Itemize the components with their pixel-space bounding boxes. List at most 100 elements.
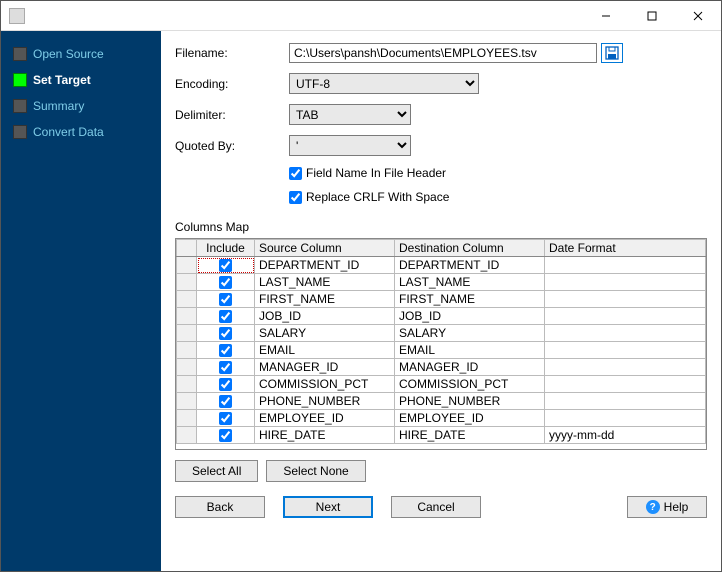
select-none-button[interactable]: Select None (266, 460, 365, 482)
source-column-cell[interactable]: FIRST_NAME (255, 291, 395, 308)
table-row[interactable]: SALARYSALARY (177, 325, 706, 342)
date-format-cell[interactable] (545, 359, 706, 376)
field-name-header-checkbox[interactable] (289, 167, 302, 180)
table-row[interactable]: LAST_NAMELAST_NAME (177, 274, 706, 291)
row-header[interactable] (177, 325, 197, 342)
cancel-button[interactable]: Cancel (391, 496, 481, 518)
back-button[interactable]: Back (175, 496, 265, 518)
source-column-cell[interactable]: COMMISSION_PCT (255, 376, 395, 393)
table-row[interactable]: FIRST_NAMEFIRST_NAME (177, 291, 706, 308)
table-row[interactable]: JOB_IDJOB_ID (177, 308, 706, 325)
row-header[interactable] (177, 308, 197, 325)
row-header[interactable] (177, 427, 197, 444)
select-all-button[interactable]: Select All (175, 460, 258, 482)
destination-column-cell[interactable]: LAST_NAME (395, 274, 545, 291)
include-checkbox[interactable] (219, 293, 232, 306)
destination-column-cell[interactable]: FIRST_NAME (395, 291, 545, 308)
encoding-select[interactable]: UTF-8 (289, 73, 479, 94)
sidebar-item-convert-data[interactable]: Convert Data (1, 119, 161, 145)
source-column-cell[interactable]: MANAGER_ID (255, 359, 395, 376)
destination-column-cell[interactable]: EMPLOYEE_ID (395, 410, 545, 427)
include-checkbox[interactable] (219, 344, 232, 357)
destination-column-cell[interactable]: DEPARTMENT_ID (395, 257, 545, 274)
row-header[interactable] (177, 410, 197, 427)
include-cell[interactable] (197, 274, 255, 291)
source-column-cell[interactable]: HIRE_DATE (255, 427, 395, 444)
include-cell[interactable] (197, 410, 255, 427)
delimiter-select[interactable]: TAB (289, 104, 411, 125)
help-button[interactable]: ? Help (627, 496, 707, 518)
table-row[interactable]: DEPARTMENT_IDDEPARTMENT_ID (177, 257, 706, 274)
include-checkbox[interactable] (219, 310, 232, 323)
sidebar-item-set-target[interactable]: Set Target (1, 67, 161, 93)
table-row[interactable]: HIRE_DATEHIRE_DATEyyyy-mm-dd (177, 427, 706, 444)
row-header[interactable] (177, 376, 197, 393)
date-format-cell[interactable] (545, 308, 706, 325)
include-checkbox[interactable] (219, 395, 232, 408)
include-checkbox[interactable] (219, 327, 232, 340)
include-checkbox[interactable] (219, 378, 232, 391)
table-row[interactable]: EMPLOYEE_IDEMPLOYEE_ID (177, 410, 706, 427)
row-header[interactable] (177, 359, 197, 376)
replace-crlf-checkbox[interactable] (289, 191, 302, 204)
source-column-cell[interactable]: DEPARTMENT_ID (255, 257, 395, 274)
row-header[interactable] (177, 342, 197, 359)
destination-column-cell[interactable]: MANAGER_ID (395, 359, 545, 376)
destination-column-cell[interactable]: HIRE_DATE (395, 427, 545, 444)
date-format-cell[interactable] (545, 393, 706, 410)
source-column-cell[interactable]: EMPLOYEE_ID (255, 410, 395, 427)
include-checkbox[interactable] (219, 412, 232, 425)
date-format-cell[interactable] (545, 342, 706, 359)
minimize-button[interactable] (583, 1, 629, 31)
date-format-cell[interactable] (545, 376, 706, 393)
sidebar-item-open-source[interactable]: Open Source (1, 41, 161, 67)
source-column-cell[interactable]: SALARY (255, 325, 395, 342)
table-row[interactable]: PHONE_NUMBERPHONE_NUMBER (177, 393, 706, 410)
row-header[interactable] (177, 291, 197, 308)
table-row[interactable]: EMAILEMAIL (177, 342, 706, 359)
include-cell[interactable] (197, 342, 255, 359)
col-header-date[interactable]: Date Format (545, 240, 706, 257)
col-header-include[interactable]: Include (197, 240, 255, 257)
include-cell[interactable] (197, 308, 255, 325)
destination-column-cell[interactable]: SALARY (395, 325, 545, 342)
col-header-dest[interactable]: Destination Column (395, 240, 545, 257)
source-column-cell[interactable]: JOB_ID (255, 308, 395, 325)
include-cell[interactable] (197, 291, 255, 308)
table-row[interactable]: COMMISSION_PCTCOMMISSION_PCT (177, 376, 706, 393)
filename-input[interactable] (289, 43, 597, 63)
include-cell[interactable] (197, 427, 255, 444)
maximize-button[interactable] (629, 1, 675, 31)
source-column-cell[interactable]: PHONE_NUMBER (255, 393, 395, 410)
include-cell[interactable] (197, 257, 255, 274)
close-button[interactable] (675, 1, 721, 31)
date-format-cell[interactable]: yyyy-mm-dd (545, 427, 706, 444)
row-header[interactable] (177, 257, 197, 274)
include-checkbox[interactable] (219, 361, 232, 374)
date-format-cell[interactable] (545, 410, 706, 427)
next-button[interactable]: Next (283, 496, 373, 518)
include-cell[interactable] (197, 359, 255, 376)
destination-column-cell[interactable]: JOB_ID (395, 308, 545, 325)
quoted-by-select[interactable]: ' (289, 135, 411, 156)
col-header-source[interactable]: Source Column (255, 240, 395, 257)
date-format-cell[interactable] (545, 274, 706, 291)
date-format-cell[interactable] (545, 291, 706, 308)
destination-column-cell[interactable]: COMMISSION_PCT (395, 376, 545, 393)
include-checkbox[interactable] (219, 276, 232, 289)
source-column-cell[interactable]: EMAIL (255, 342, 395, 359)
source-column-cell[interactable]: LAST_NAME (255, 274, 395, 291)
include-cell[interactable] (197, 376, 255, 393)
include-checkbox[interactable] (219, 429, 232, 442)
table-row[interactable]: MANAGER_IDMANAGER_ID (177, 359, 706, 376)
row-header[interactable] (177, 393, 197, 410)
browse-button[interactable] (601, 43, 623, 63)
destination-column-cell[interactable]: EMAIL (395, 342, 545, 359)
include-checkbox[interactable] (219, 259, 232, 272)
date-format-cell[interactable] (545, 325, 706, 342)
row-header[interactable] (177, 274, 197, 291)
date-format-cell[interactable] (545, 257, 706, 274)
include-cell[interactable] (197, 393, 255, 410)
destination-column-cell[interactable]: PHONE_NUMBER (395, 393, 545, 410)
sidebar-item-summary[interactable]: Summary (1, 93, 161, 119)
